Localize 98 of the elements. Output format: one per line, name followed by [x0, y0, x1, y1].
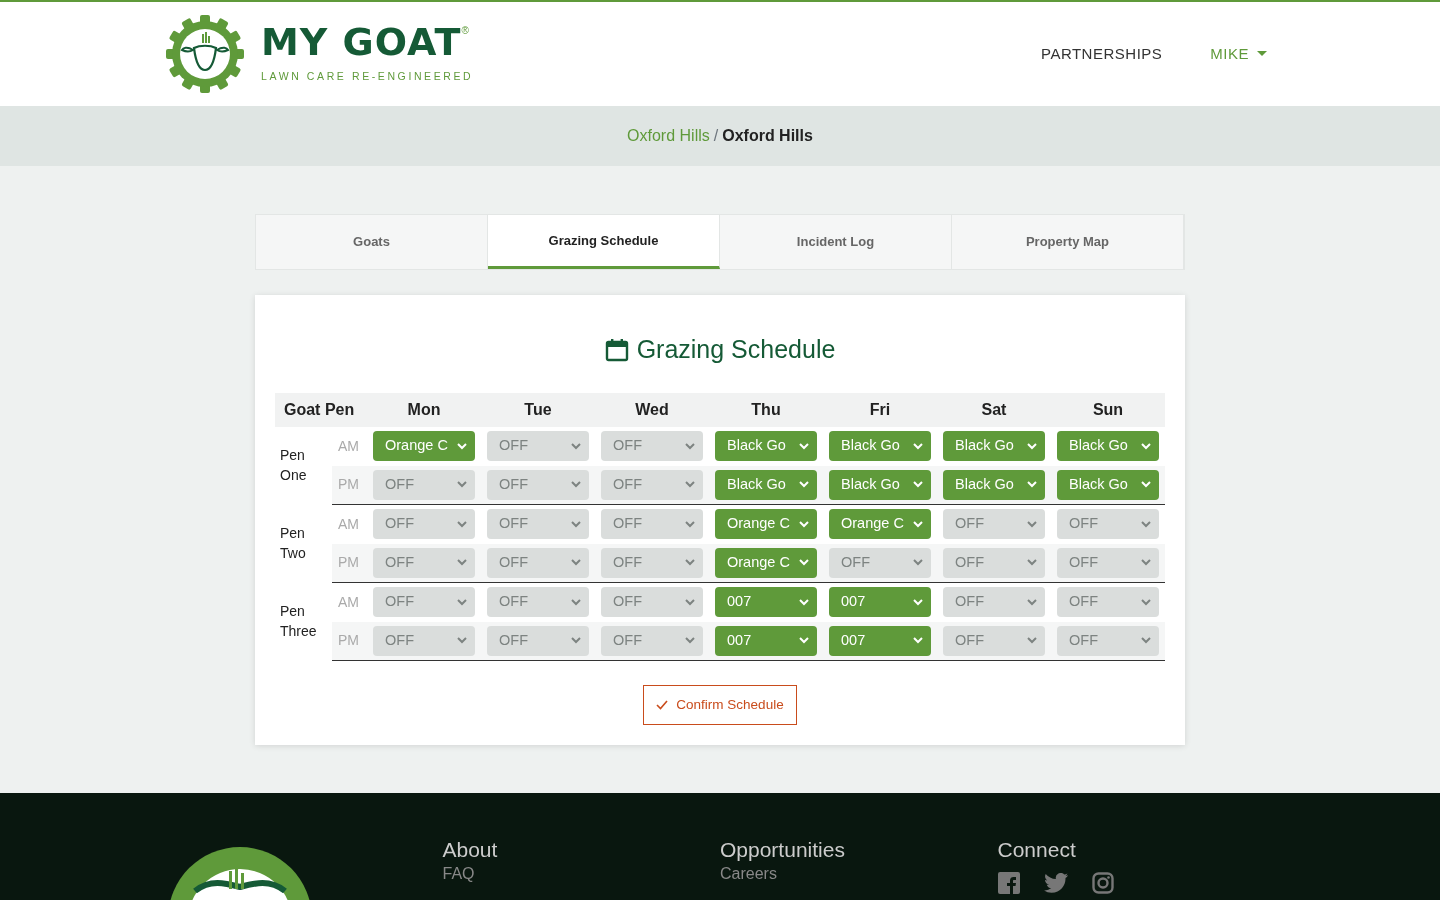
confirm-button[interactable]: Confirm Schedule — [643, 685, 797, 726]
chevron-icon — [571, 598, 581, 606]
goat-select[interactable]: Orange C — [715, 547, 817, 578]
chevron-icon — [457, 598, 467, 606]
chevron-icon — [799, 637, 809, 645]
panel-title: Grazing Schedule — [636, 334, 836, 365]
breadcrumb-link[interactable]: Oxford Hills — [627, 124, 710, 148]
chevron-icon — [1141, 598, 1151, 606]
column-header: Sat — [937, 392, 1051, 427]
pen-name: Pen Three — [280, 601, 318, 641]
period-label: PM — [338, 632, 359, 649]
chevron-icon — [571, 481, 581, 489]
tab[interactable]: Grazing Schedule — [488, 215, 720, 269]
chevron-icon — [1141, 481, 1151, 489]
goat-logo-icon — [165, 14, 245, 94]
goat-select[interactable]: Black Go — [829, 431, 931, 461]
chevron-icon — [457, 481, 467, 489]
instagram-icon[interactable] — [1091, 871, 1114, 894]
brand-name: MY GOAT — [261, 23, 462, 62]
footer-heading: Opportunities — [720, 837, 846, 864]
chevron-icon — [685, 559, 695, 567]
chevron-icon — [1027, 637, 1037, 645]
period-label: PM — [338, 476, 359, 493]
column-header: Wed — [595, 392, 709, 427]
chevron-icon — [913, 442, 923, 450]
chevron-icon — [571, 559, 581, 567]
chevron-icon — [685, 481, 695, 489]
chevron-icon — [1027, 598, 1037, 606]
chevron-icon — [571, 637, 581, 645]
breadcrumb-current: Oxford Hills — [722, 126, 813, 146]
chevron-icon — [685, 442, 695, 450]
goat-select[interactable]: Black Go — [1057, 431, 1159, 461]
chevron-icon — [913, 637, 923, 645]
chevron-icon — [1141, 442, 1151, 450]
chevron-icon — [1027, 442, 1037, 450]
chevron-icon — [1027, 520, 1037, 528]
period-label: PM — [338, 554, 359, 571]
chevron-icon — [1141, 559, 1151, 567]
period-label: AM — [338, 515, 359, 532]
footer-heading: About — [442, 837, 499, 864]
goat-select[interactable]: 007 — [829, 625, 931, 656]
goat-select[interactable]: Black Go — [943, 431, 1045, 461]
calendar-icon — [604, 337, 629, 362]
caret-icon — [1257, 51, 1267, 57]
pen-name: Pen One — [280, 445, 308, 485]
chevron-icon — [1141, 520, 1151, 528]
goat-select[interactable]: Black Go — [715, 431, 817, 461]
chevron-icon — [913, 598, 923, 606]
chevron-icon — [685, 520, 695, 528]
period-label: AM — [338, 437, 359, 454]
chevron-icon — [571, 520, 581, 528]
goat-select[interactable]: 007 — [715, 625, 817, 656]
chevron-icon — [799, 481, 809, 489]
chevron-icon — [1027, 559, 1037, 567]
column-header: Tue — [481, 392, 595, 427]
chevron-icon — [685, 637, 695, 645]
period-label: AM — [338, 593, 359, 610]
chevron-icon — [799, 559, 809, 567]
breadcrumb-separator: / — [713, 126, 719, 146]
pen-name: Pen Two — [280, 523, 307, 563]
chevron-icon — [457, 442, 467, 450]
goat-select[interactable]: 007 — [715, 587, 817, 618]
check-icon — [656, 700, 669, 711]
goat-select[interactable]: Black Go — [715, 469, 817, 500]
goat-select[interactable]: Black Go — [829, 469, 931, 500]
chevron-icon — [457, 637, 467, 645]
column-header: Goat Pen — [275, 392, 367, 427]
chevron-icon — [1027, 481, 1037, 489]
chevron-icon — [799, 520, 809, 528]
chevron-icon — [457, 559, 467, 567]
registered-mark: ® — [461, 24, 469, 37]
column-header: Mon — [367, 392, 481, 427]
user-menu[interactable]: MIKE — [1210, 42, 1267, 66]
goat-select[interactable]: Black Go — [1057, 469, 1159, 500]
column-header: Sun — [1051, 392, 1165, 427]
chevron-icon — [457, 520, 467, 528]
goat-select[interactable]: Black Go — [943, 469, 1045, 500]
goat-select[interactable]: 007 — [829, 587, 931, 618]
chevron-icon — [913, 481, 923, 489]
chevron-icon — [685, 598, 695, 606]
column-header: Fri — [823, 392, 937, 427]
chevron-icon — [1141, 637, 1151, 645]
column-header: Thu — [709, 392, 823, 427]
goat-select[interactable]: Orange C — [829, 509, 931, 540]
chevron-icon — [799, 442, 809, 450]
brand-tagline: LAWN CARE RE-ENGINEERED — [261, 69, 474, 85]
footer-link[interactable]: FAQ — [442, 863, 720, 884]
twitter-icon[interactable] — [1043, 872, 1068, 893]
chevron-icon — [571, 442, 581, 450]
goat-select[interactable]: Orange C — [715, 509, 817, 540]
chevron-icon — [913, 559, 923, 567]
footer-link[interactable]: Careers — [720, 863, 998, 884]
footer-heading: Connect — [997, 837, 1077, 864]
chevron-icon — [799, 598, 809, 606]
goat-select[interactable]: Orange C — [373, 431, 475, 461]
facebook-icon[interactable] — [997, 871, 1020, 894]
nav-link[interactable]: PARTNERSHIPS — [1041, 42, 1163, 66]
chevron-icon — [913, 520, 923, 528]
